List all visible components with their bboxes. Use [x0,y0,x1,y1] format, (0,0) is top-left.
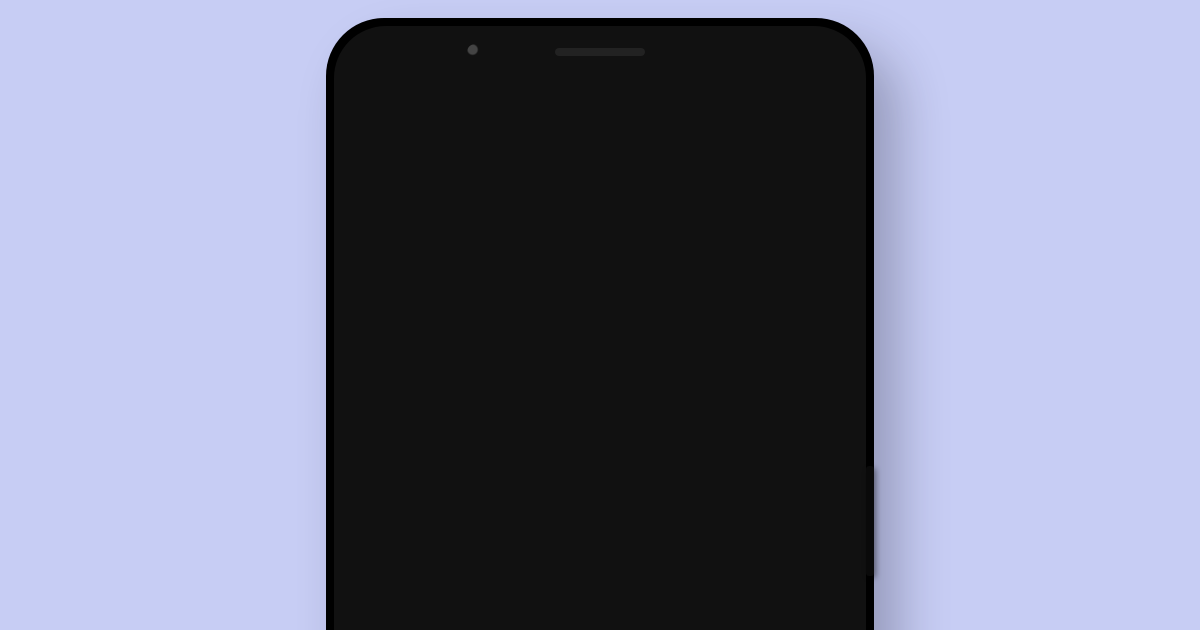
phone-bezel: 02:33 0.03 KB/S [334,26,866,630]
speaker-grille [555,48,645,56]
front-camera [467,44,483,60]
phone-frame: 02:33 0.03 KB/S [326,18,874,630]
power-button [866,466,874,576]
